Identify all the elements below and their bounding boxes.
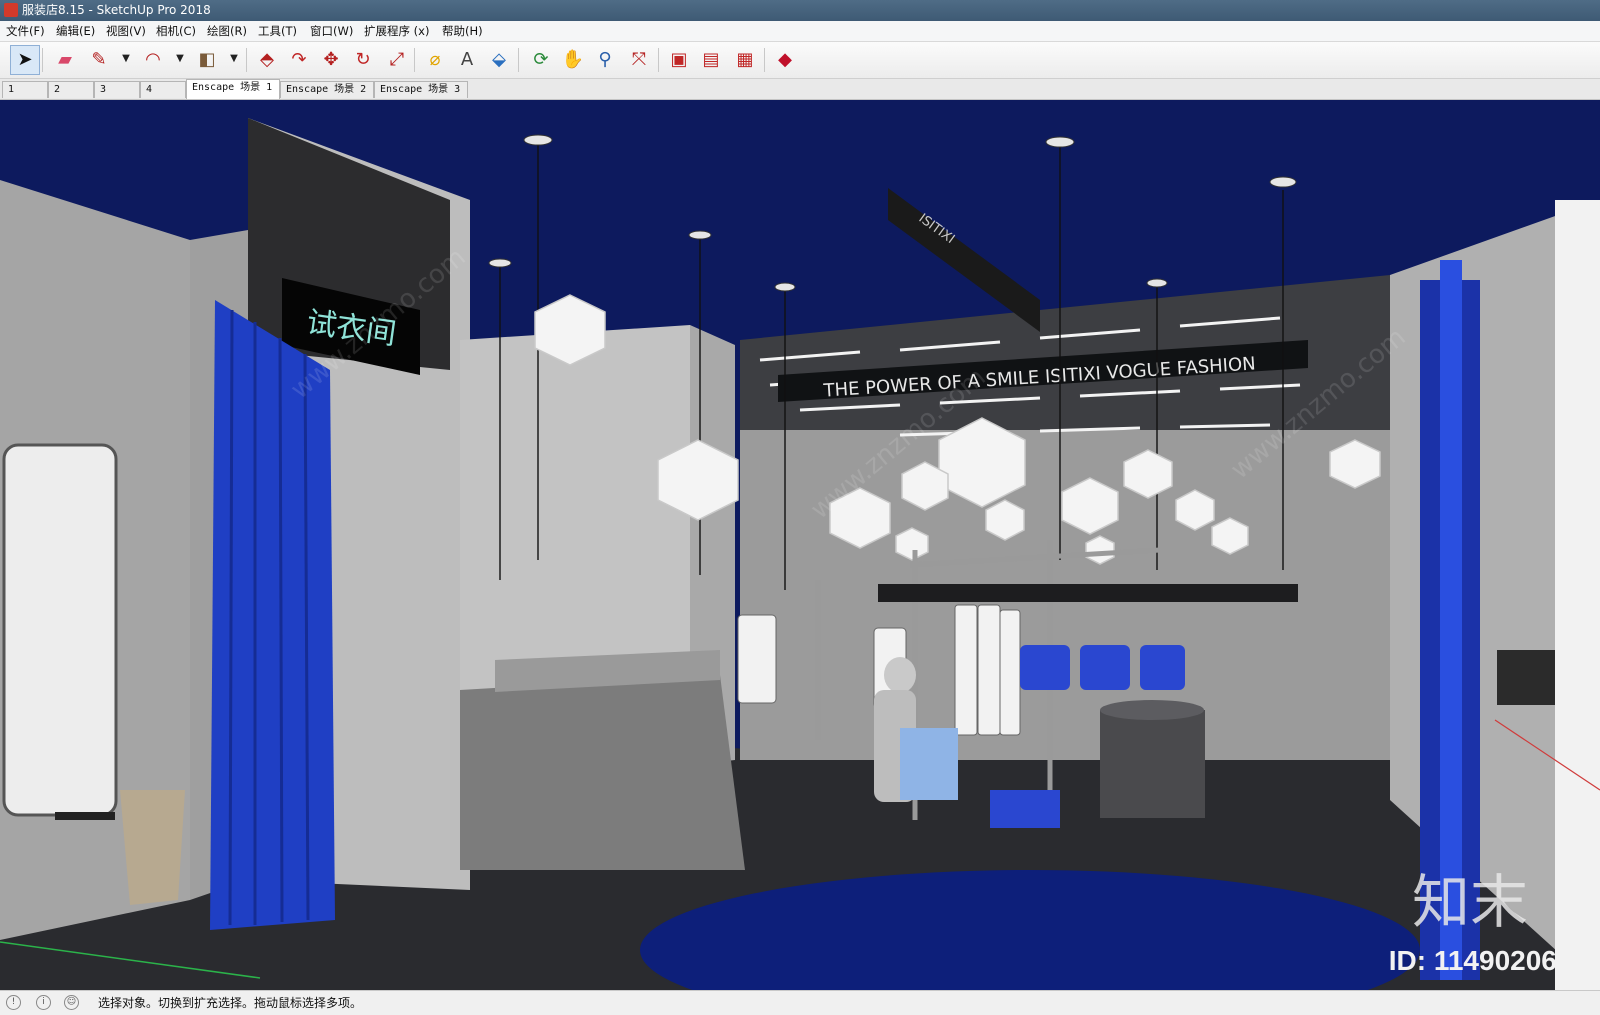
- dropdown-arrow-icon[interactable]: ▼: [174, 52, 186, 66]
- window-title: 服装店8.15 - SketchUp Pro 2018: [22, 3, 211, 17]
- toolbar-separator: [518, 48, 519, 72]
- text-tool-icon[interactable]: A: [452, 45, 482, 75]
- scene-tab-enscape-2[interactable]: Enscape 场景 2: [280, 81, 374, 98]
- warehouse-icon[interactable]: ▣: [664, 45, 694, 75]
- scene-tabs-bar: 1 2 3 4 Enscape 场景 1 Enscape 场景 2 Enscap…: [0, 79, 1600, 100]
- pan-tool-icon[interactable]: ✋: [558, 45, 588, 75]
- move-tool-icon[interactable]: ✥: [316, 45, 346, 75]
- status-bar: ! i ☺ 选择对象。切换到扩充选择。拖动鼠标选择多项。: [0, 990, 1600, 1015]
- menu-view[interactable]: 视图(V): [106, 23, 146, 39]
- scene-tab-enscape-3[interactable]: Enscape 场景 3: [374, 81, 468, 98]
- zoom-tool-icon[interactable]: ⚲: [590, 45, 620, 75]
- offset-tool-icon[interactable]: ↷: [284, 45, 314, 75]
- rectangle-tool-icon[interactable]: ◧: [192, 45, 222, 75]
- model-viewport[interactable]: 试衣间 THE POWER OF A SMILE ISITIXI VOGUE F…: [0, 100, 1600, 990]
- menu-edit[interactable]: 编辑(E): [56, 23, 95, 39]
- eraser-tool-icon[interactable]: ▰: [50, 45, 80, 75]
- tape-measure-tool-icon[interactable]: ⌀: [420, 45, 450, 75]
- layout-send-icon[interactable]: ▦: [730, 45, 760, 75]
- watermark-id: ID: 1149020656: [1389, 945, 1588, 976]
- menu-camera[interactable]: 相机(C): [156, 23, 196, 39]
- large-toolset-toolbar: ➤ ▰ ✎ ▼ ◠ ▼ ◧ ▼ ⬘ ↷ ✥ ↻ ⤢ ⌀ A ⬙ ⟳ ✋ ⚲ ⤧ ▣ ▤ ▦ ◆: [0, 42, 1600, 79]
- dropdown-arrow-icon[interactable]: ▼: [120, 52, 132, 66]
- title-bar: 服装店8.15 - SketchUp Pro 2018: [0, 0, 1600, 21]
- geolocation-icon[interactable]: !: [6, 995, 21, 1010]
- scene-tab-3[interactable]: 3: [94, 81, 140, 98]
- store-3d-render: 试衣间 THE POWER OF A SMILE ISITIXI VOGUE F…: [0, 100, 1600, 990]
- toolbar-separator: [414, 48, 415, 72]
- extension-warehouse-icon[interactable]: ▤: [696, 45, 726, 75]
- toolbar-separator: [658, 48, 659, 72]
- select-tool-icon[interactable]: ➤: [10, 45, 40, 75]
- menu-tools[interactable]: 工具(T): [258, 23, 297, 39]
- zoom-extents-tool-icon[interactable]: ⤧: [624, 45, 654, 75]
- menu-bar: 文件(F) 编辑(E) 视图(V) 相机(C) 绘图(R) 工具(T) 窗口(W…: [0, 21, 1600, 42]
- credits-icon[interactable]: i: [36, 995, 51, 1010]
- scene-tab-4[interactable]: 4: [140, 81, 186, 98]
- paint-bucket-tool-icon[interactable]: ⬙: [484, 45, 514, 75]
- toolbar-separator: [246, 48, 247, 72]
- menu-extensions[interactable]: 扩展程序 (x): [364, 23, 429, 39]
- menu-draw[interactable]: 绘图(R): [207, 23, 247, 39]
- arc-tool-icon[interactable]: ◠: [138, 45, 168, 75]
- menu-window[interactable]: 窗口(W): [310, 23, 353, 39]
- user-account-icon[interactable]: ☺: [64, 995, 79, 1010]
- dropdown-arrow-icon[interactable]: ▼: [228, 52, 240, 66]
- watermark-brand: 知末: [1412, 868, 1528, 936]
- scale-tool-icon[interactable]: ⤢: [382, 45, 412, 75]
- menu-help[interactable]: 帮助(H): [442, 23, 483, 39]
- scene-tab-2[interactable]: 2: [48, 81, 94, 98]
- toolbar-separator: [42, 48, 43, 72]
- scene-tab-1[interactable]: 1: [2, 81, 48, 98]
- line-tool-icon[interactable]: ✎: [84, 45, 114, 75]
- status-message: 选择对象。切换到扩充选择。拖动鼠标选择多项。: [98, 996, 363, 1010]
- rotate-tool-icon[interactable]: ↻: [348, 45, 378, 75]
- sketchup-app-icon: [4, 3, 18, 17]
- orbit-tool-icon[interactable]: ⟳: [526, 45, 556, 75]
- menu-file[interactable]: 文件(F): [6, 23, 45, 39]
- toolbar-separator: [764, 48, 765, 72]
- ruby-console-icon[interactable]: ◆: [770, 45, 800, 75]
- scene-tab-enscape-1[interactable]: Enscape 场景 1: [186, 79, 280, 99]
- push-pull-tool-icon[interactable]: ⬘: [252, 45, 282, 75]
